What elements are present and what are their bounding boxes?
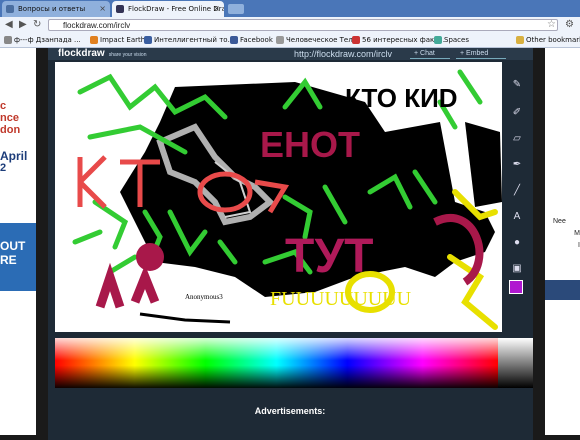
brush-size-icon[interactable]: ● <box>510 236 524 250</box>
star-icon[interactable]: ☆ <box>547 17 556 33</box>
page-icon <box>4 36 12 44</box>
black-scribble <box>465 122 502 207</box>
grayscale-palette[interactable] <box>498 338 533 388</box>
bookmark-item[interactable]: Impact Earth! <box>90 33 148 47</box>
bookmark-item[interactable]: 56 интересных факт... <box>352 33 445 47</box>
folder-icon <box>516 36 524 44</box>
bookmarks-bar: ф---ф Дзанпада ... Impact Earth! Интелли… <box>0 33 580 48</box>
address-bar[interactable]: flockdraw.com/irclv <box>48 19 558 31</box>
reload-icon[interactable]: ↻ <box>33 17 41 33</box>
page-icon <box>144 36 152 44</box>
left-ad-banner[interactable]: OUT RE <box>0 223 36 291</box>
tab-bar: Вопросы и ответы × FlockDraw - Free Onli… <box>0 0 580 17</box>
bookmark-item[interactable]: Человеческое Тело <box>276 33 357 47</box>
left-ad[interactable]: c nce don April 2 <box>0 100 36 174</box>
pen-icon[interactable]: ✒ <box>510 158 524 172</box>
new-tab-button[interactable] <box>228 4 244 14</box>
current-color-swatch[interactable] <box>509 280 523 294</box>
forward-icon[interactable]: ▶ <box>19 17 27 33</box>
drawing-canvas[interactable]: ЕНОТ КТО КИD КТ ТУТ FUUUUUUUUU Anonymous… <box>55 62 502 332</box>
divider <box>456 58 506 59</box>
bookmark-item[interactable]: Facebook <box>230 33 273 47</box>
maroon-dot <box>136 243 164 271</box>
advertisements-label: Advertisements: <box>254 406 326 416</box>
tab-label: FlockDraw - Free Online Draw <box>128 5 224 13</box>
black-scribble <box>55 62 115 152</box>
app-header: flockdraw share your vision http://flockd… <box>48 48 533 60</box>
page-icon <box>90 36 98 44</box>
wrench-icon[interactable]: ⚙ <box>565 17 574 33</box>
close-icon[interactable]: × <box>99 1 106 17</box>
tab-label: Вопросы и ответы <box>18 5 86 13</box>
facebook-icon <box>230 36 238 44</box>
bookmark-item[interactable]: Интеллигентный то... <box>144 33 234 47</box>
bookmark-item[interactable]: ф---ф Дзанпада ... <box>4 33 81 47</box>
black-scribble <box>139 312 231 324</box>
text-icon[interactable]: A <box>510 210 524 224</box>
browser-toolbar: ◀ ▶ ↻ flockdraw.com/irclv ☆ ⚙ <box>0 17 580 33</box>
tab-questions[interactable]: Вопросы и ответы × <box>2 1 110 17</box>
flockdraw-logo: flockdraw share your vision <box>58 48 147 59</box>
brush-icon[interactable]: ✐ <box>510 106 524 120</box>
other-bookmarks[interactable]: Other bookmarks <box>516 33 580 47</box>
back-icon[interactable]: ◀ <box>5 17 13 33</box>
pencil-icon[interactable]: ✎ <box>510 78 524 92</box>
flockdraw-icon <box>116 5 124 13</box>
eraser-icon[interactable]: ▱ <box>510 132 524 146</box>
drawing-layer: ЕНОТ КТО КИD КТ ТУТ FUUUUUUUUU Anonymous… <box>55 62 502 330</box>
close-icon[interactable]: × <box>213 1 220 17</box>
canvas-text-enot: ЕНОТ <box>260 124 360 165</box>
maroon-scribble <box>95 262 160 309</box>
line-icon[interactable]: ╱ <box>510 184 524 198</box>
cursor-label: Anonymous3 <box>185 218 217 224</box>
cursor-label: Anonymous3 <box>185 293 223 301</box>
room-url[interactable]: http://flockdraw.com/irclv <box>294 48 392 60</box>
save-icon[interactable]: ▣ <box>510 262 524 276</box>
canvas-text-kto: КТО КИD <box>345 83 458 113</box>
right-ad[interactable]: Nee M I <box>553 216 580 252</box>
page-icon <box>434 36 442 44</box>
address-text: flockdraw.com/irclv <box>63 21 131 30</box>
tab-flockdraw[interactable]: FlockDraw - Free Online Draw × <box>112 1 224 17</box>
page-icon <box>352 36 360 44</box>
bookmark-item[interactable]: Spaces <box>434 33 469 47</box>
right-ad-banner[interactable] <box>545 280 580 300</box>
canvas-text-fuuu: FUUUUUUUUU <box>270 288 412 310</box>
vk-icon <box>6 5 14 13</box>
page-icon <box>276 36 284 44</box>
color-palette[interactable] <box>55 338 498 388</box>
divider <box>410 58 450 59</box>
